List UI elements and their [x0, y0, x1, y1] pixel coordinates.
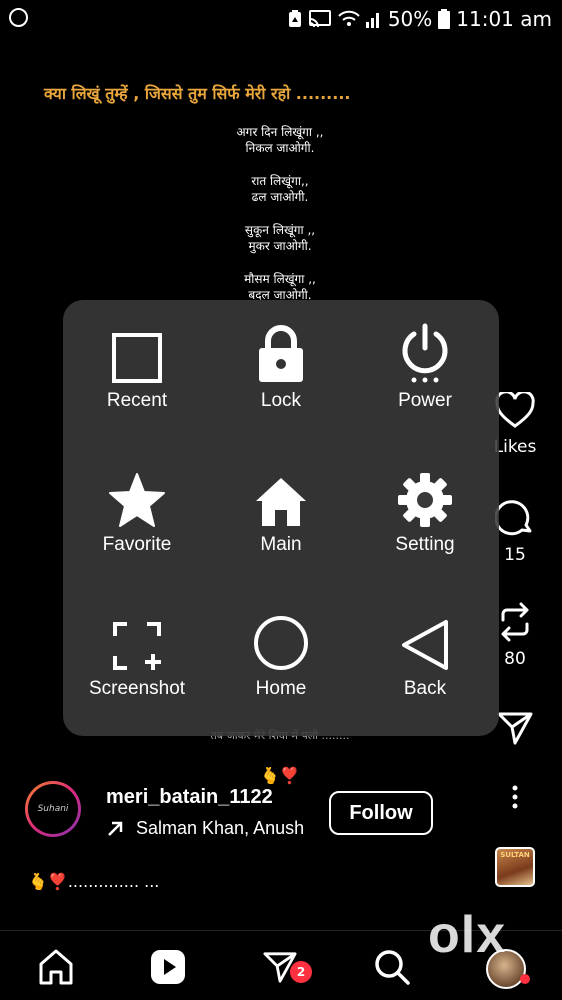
poem-line: रात लिखूंगा,,: [251, 174, 309, 188]
triangle-back-icon: [402, 620, 448, 670]
back-button[interactable]: Back: [355, 610, 495, 700]
audio-thumbnail[interactable]: SULTAN: [495, 847, 535, 887]
power-icon: [402, 323, 448, 383]
reels-icon: [151, 950, 185, 984]
poem-stanza: सुकून लिखूंगा ,, मुकर जाओगी.: [160, 222, 400, 254]
poem-stanza: रात लिखूंगा,, ढल जाओगी.: [160, 173, 400, 205]
power-label: Power: [398, 390, 452, 411]
wifi-signal-icon: [338, 10, 379, 28]
clock: 11:01 am: [456, 7, 552, 31]
arrow-up-right-icon: [108, 821, 123, 836]
star-icon: [109, 473, 165, 527]
home-label: Home: [255, 678, 307, 699]
heart-icon: [495, 390, 535, 428]
gear-icon: [398, 473, 452, 527]
poem-line: ढल जाओगी.: [251, 190, 309, 204]
setting-label: Setting: [395, 534, 455, 555]
circle-icon: [254, 616, 308, 670]
poem-line: निकल जाओगी.: [245, 141, 315, 155]
notification-dot-icon: [520, 974, 530, 984]
more-options-icon[interactable]: [505, 784, 525, 814]
nav-reels[interactable]: [148, 947, 188, 987]
cast-icon: [308, 10, 331, 28]
send-icon: [497, 712, 533, 745]
username[interactable]: meri_batain_1122: [106, 786, 273, 809]
search-icon: [375, 950, 410, 985]
poem-line: मौसम लिखूंगा ,,: [244, 272, 316, 286]
poem-line: सुकून लिखूंगा ,,: [244, 223, 316, 237]
comment-bubble-icon: [494, 500, 532, 536]
screenshot-icon: [113, 622, 161, 670]
poem-body: अगर दिन लिखूंगा ,, निकल जाओगी. रात लिखूं…: [160, 124, 400, 320]
square-icon: [112, 333, 162, 383]
messages-badge: 2: [290, 961, 312, 983]
emoji-reaction: 🫰❣️: [260, 766, 300, 785]
poem-line: अगर दिन लिखूंगा ,,: [236, 125, 324, 139]
home-button[interactable]: Home: [211, 610, 351, 700]
repost-icon: [501, 602, 529, 642]
poem-title: क्या लिखूं तुम्हें , जिससे तुम सिर्फ मेर…: [44, 84, 351, 103]
olx-watermark: olx: [428, 906, 507, 964]
music-info[interactable]: Salman Khan, Anush: [106, 818, 316, 839]
setting-button[interactable]: Setting: [355, 466, 495, 556]
music-artists: Salman Khan, Anush: [136, 818, 305, 838]
caption: 🫰❣️.............. ...: [28, 872, 160, 891]
favorite-button[interactable]: Favorite: [67, 466, 207, 556]
lock-button[interactable]: Lock: [211, 322, 351, 412]
audio-thumb-text: SULTAN: [500, 851, 530, 859]
battery-icon: [438, 9, 451, 29]
poem-stanza: मौसम लिखूंगा ,, बदल जाओगी.: [160, 271, 400, 303]
nav-search[interactable]: [372, 947, 412, 987]
poem-stanza: अगर दिन लिखूंगा ,, निकल जाओगी.: [160, 124, 400, 156]
house-icon: [256, 478, 306, 526]
lock-icon: [259, 325, 303, 382]
main-label: Main: [260, 534, 302, 555]
poem-line: मुकर जाओगी.: [248, 239, 312, 253]
status-icons: 50% 11:01 am: [288, 4, 552, 34]
screenshot-button[interactable]: Screenshot: [67, 610, 207, 700]
lock-label: Lock: [260, 390, 302, 411]
avatar-text: Suhani: [28, 784, 78, 834]
follow-button[interactable]: Follow: [329, 791, 433, 835]
recent-label: Recent: [106, 390, 168, 411]
nav-home[interactable]: [36, 947, 76, 987]
assistant-menu-panel: Recent Lock Power Favorite Main Setting …: [63, 300, 499, 736]
back-label: Back: [403, 678, 447, 699]
status-bar: 50% 11:01 am: [0, 0, 562, 38]
notification-circle-icon: [9, 8, 28, 27]
home-icon: [39, 949, 73, 985]
main-button[interactable]: Main: [211, 466, 351, 556]
power-button[interactable]: Power: [355, 322, 495, 412]
favorite-label: Favorite: [102, 534, 172, 555]
screenshot-label: Screenshot: [88, 678, 186, 699]
battery-percent: 50%: [387, 7, 433, 31]
recycle-icon: [288, 10, 301, 27]
recent-button[interactable]: Recent: [67, 322, 207, 412]
profile-avatar[interactable]: Suhani: [25, 781, 81, 837]
